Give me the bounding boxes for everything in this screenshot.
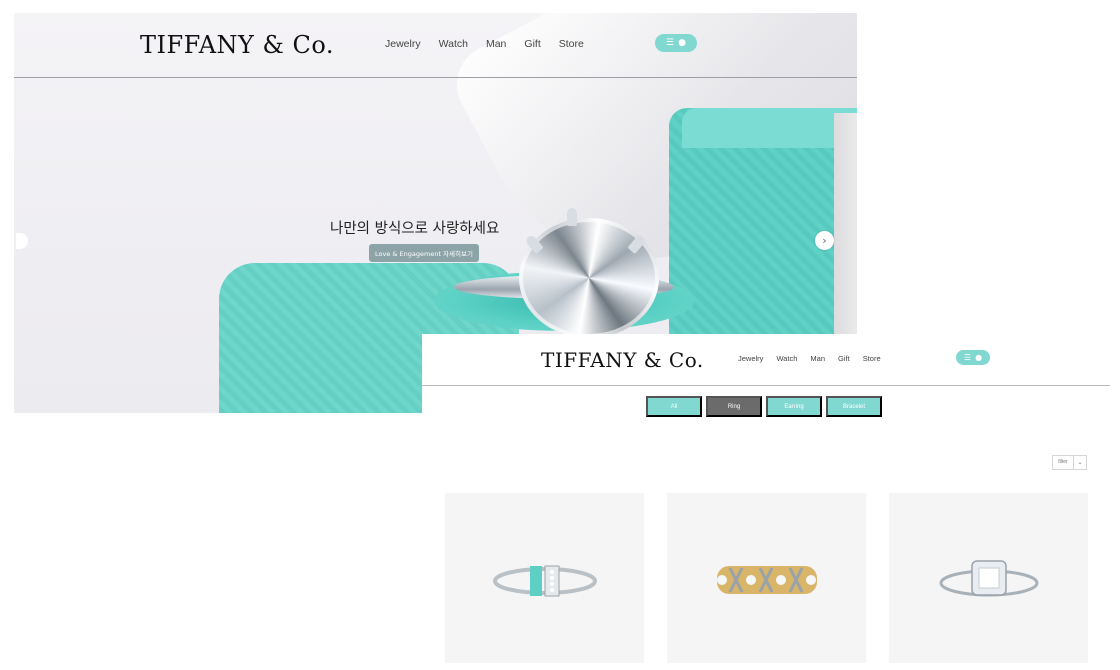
nav-jewelry[interactable]: Jewelry	[385, 38, 421, 50]
main-nav: Jewelry Watch Man Gift Store	[738, 354, 881, 363]
product-card[interactable]	[889, 493, 1088, 663]
nav-gift[interactable]: Gift	[524, 38, 540, 50]
nav-watch[interactable]: Watch	[439, 38, 468, 50]
product-image	[939, 560, 1038, 597]
menu-user-toggle[interactable]: ☰ ●	[956, 350, 990, 365]
filter-earring[interactable]: Earring	[766, 396, 822, 417]
brand-logo[interactable]: TIFFANY & Co.	[541, 348, 704, 372]
product-image	[492, 565, 597, 597]
product-image	[716, 566, 817, 594]
filter-ring[interactable]: Ring	[706, 396, 762, 417]
hero-navbar: TIFFANY & Co. Jewelry Watch Man Gift Sto…	[14, 13, 857, 78]
menu-icon[interactable]: ☰	[964, 353, 971, 362]
product-card[interactable]	[667, 493, 866, 663]
filter-all[interactable]: All	[646, 396, 702, 417]
nav-man[interactable]: Man	[486, 38, 506, 50]
chevron-right-icon: ›	[822, 234, 827, 247]
hero-headline: 나만의 방식으로 사랑하세요	[330, 221, 500, 237]
user-icon[interactable]: ●	[678, 38, 686, 48]
sort-dropdown[interactable]: filter ⌄	[1052, 455, 1087, 470]
shop-screen: TIFFANY & Co. Jewelry Watch Man Gift Sto…	[422, 334, 1110, 670]
menu-user-toggle[interactable]: ☰ ●	[655, 34, 697, 52]
shop-navbar: TIFFANY & Co. Jewelry Watch Man Gift Sto…	[422, 334, 1110, 386]
product-grid	[445, 493, 1088, 663]
nav-store[interactable]: Store	[559, 38, 584, 50]
nav-watch[interactable]: Watch	[776, 354, 797, 363]
nav-jewelry[interactable]: Jewelry	[738, 354, 763, 363]
chevron-down-icon: ⌄	[1077, 459, 1083, 466]
sort-label: filter	[1053, 456, 1074, 469]
main-nav: Jewelry Watch Man Gift Store	[385, 38, 584, 50]
category-filter-tabs: All Ring Earring Bracelet	[646, 396, 882, 417]
carousel-next-button[interactable]: ›	[815, 231, 834, 250]
user-icon[interactable]: ●	[975, 353, 982, 362]
brand-logo[interactable]: TIFFANY & Co.	[140, 31, 334, 59]
nav-store[interactable]: Store	[863, 354, 881, 363]
menu-icon[interactable]: ☰	[666, 38, 674, 48]
carousel-prev-button[interactable]	[16, 233, 28, 249]
product-card[interactable]	[445, 493, 644, 663]
nav-man[interactable]: Man	[810, 354, 825, 363]
nav-gift[interactable]: Gift	[838, 354, 850, 363]
filter-bracelet[interactable]: Bracelet	[826, 396, 882, 417]
hero-cta-button[interactable]: Love & Engagement 자세히보기	[369, 244, 479, 262]
